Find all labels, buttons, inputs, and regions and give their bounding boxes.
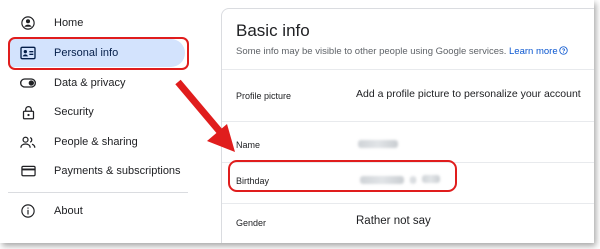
annotation-arrow	[175, 79, 235, 152]
screenshot-frame: Home Personal info Data & privacy Securi…	[0, 0, 594, 243]
